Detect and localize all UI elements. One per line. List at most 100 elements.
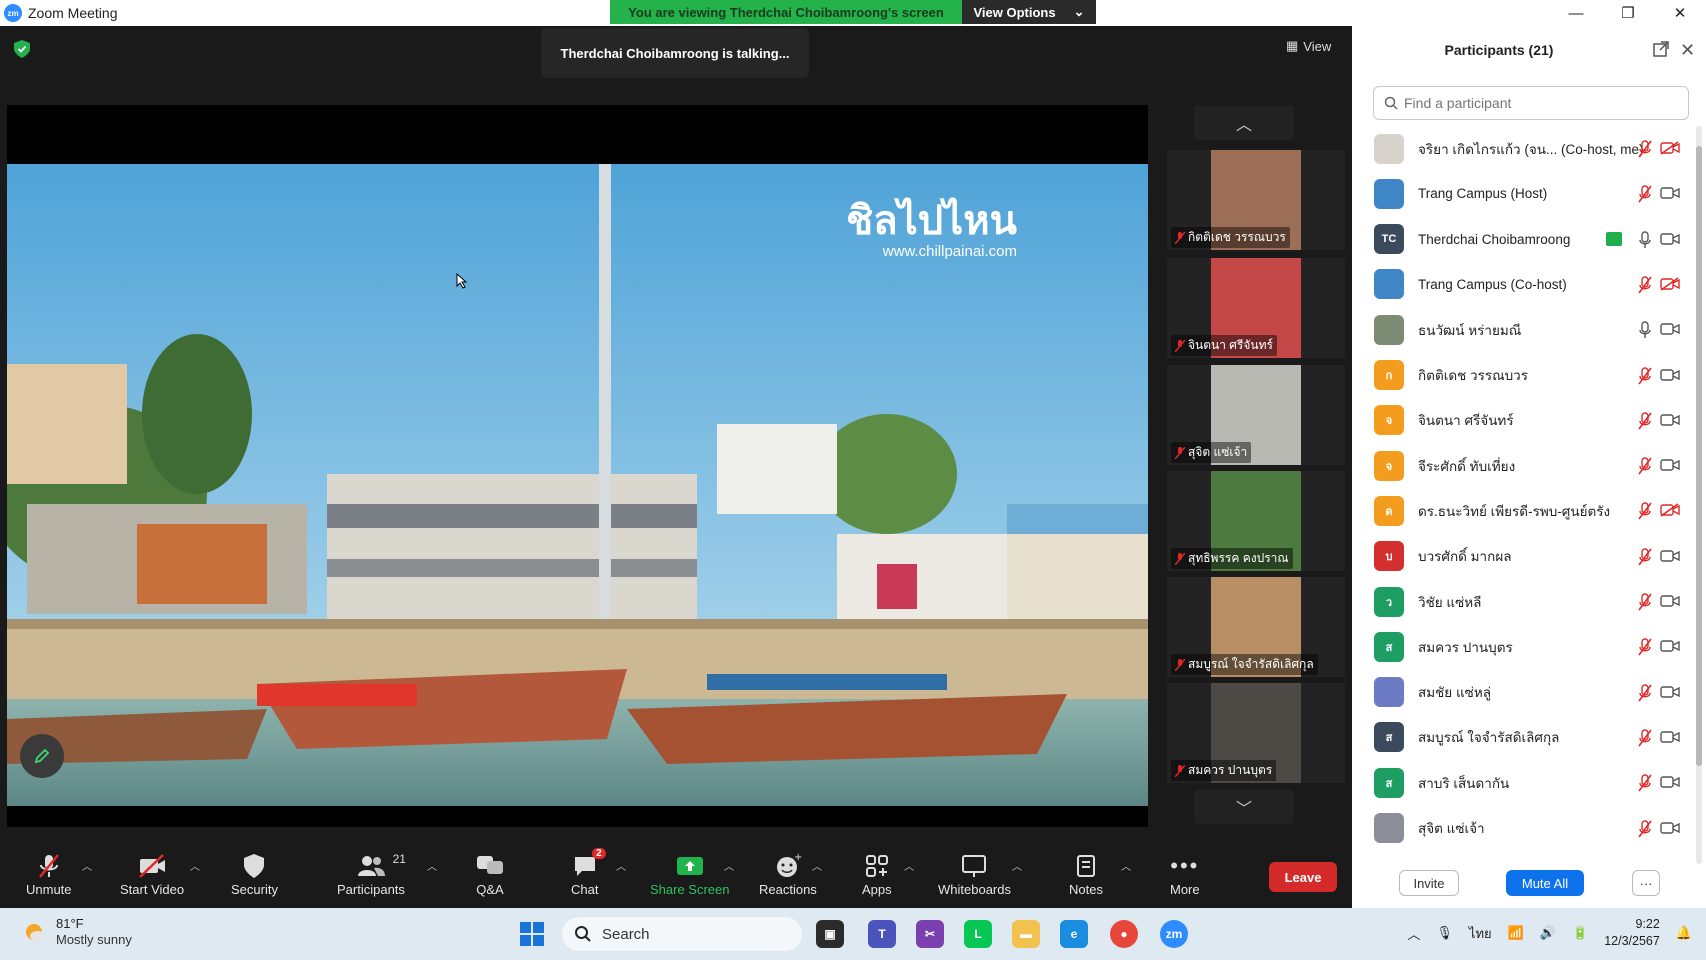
microphone-muted-icon[interactable]	[1638, 638, 1652, 656]
video-icon[interactable]	[1660, 685, 1680, 699]
task-view-icon[interactable]: ▣	[816, 920, 844, 948]
video-icon[interactable]	[1660, 730, 1680, 744]
video-off-icon[interactable]	[1660, 503, 1680, 518]
whiteboards-options-caret[interactable]: ︿	[1012, 858, 1022, 873]
video-off-icon[interactable]	[1660, 141, 1680, 155]
zoom-taskbar-icon[interactable]: zm	[1160, 920, 1188, 948]
video-tile[interactable]: จินตนา ศรีจันทร์	[1167, 258, 1345, 358]
participant-row[interactable]: ส สาบริ เส็นดากัน	[1352, 760, 1696, 805]
taskbar-search[interactable]: Search	[562, 917, 802, 951]
annotate-pencil-button[interactable]	[20, 734, 64, 778]
qa-button[interactable]: Q&A	[475, 850, 505, 897]
video-tile[interactable]: สมบูรณ์ ใจจำรัสดิเลิศกุล	[1167, 577, 1345, 677]
microphone-muted-icon[interactable]	[1638, 593, 1652, 611]
video-icon[interactable]	[1660, 775, 1680, 789]
video-icon[interactable]	[1660, 322, 1680, 336]
microphone-tray-icon[interactable]: 🎙	[1436, 925, 1453, 941]
gallery-scroll-up-button[interactable]: ︿	[1194, 106, 1294, 140]
apps-options-caret[interactable]: ︿	[904, 858, 914, 873]
participant-row[interactable]: ว วิชัย แซ่หลี	[1352, 579, 1696, 624]
edge-browser-icon[interactable]: e	[1060, 920, 1088, 948]
security-button[interactable]: Security	[231, 850, 278, 897]
weather-widget[interactable]: 81°F Mostly sunny	[22, 916, 132, 948]
video-icon[interactable]	[1660, 413, 1680, 427]
video-icon[interactable]	[1660, 639, 1680, 653]
participant-row[interactable]: จริยา เกิดไกรแก้ว (จน... (Co-host, me)	[1352, 126, 1696, 171]
share-options-caret[interactable]: ︿	[724, 858, 734, 873]
start-video-button[interactable]: Start Video	[120, 850, 184, 897]
microphone-muted-icon[interactable]	[1638, 547, 1652, 566]
chevron-up-icon[interactable]: ︿	[1407, 924, 1420, 943]
video-icon[interactable]	[1660, 549, 1680, 563]
chat-options-caret[interactable]: ︿	[616, 858, 626, 873]
microphone-muted-icon[interactable]	[1638, 774, 1652, 792]
teams-icon[interactable]: T	[868, 920, 896, 948]
participant-row[interactable]: จ จีระศักดิ์ ทับเที่ยง	[1352, 443, 1696, 488]
participant-row[interactable]: จ จินตนา ศรีจันทร์	[1352, 398, 1696, 443]
participant-row[interactable]: สมชัย แซ่หลู่	[1352, 670, 1696, 715]
participants-options-caret[interactable]: ︿	[427, 858, 437, 873]
participant-row[interactable]: บ บวรศักดิ์ มากผล	[1352, 534, 1696, 579]
audio-options-caret[interactable]: ︿	[82, 858, 92, 873]
reactions-options-caret[interactable]: ︿	[812, 858, 822, 873]
microphone-muted-icon[interactable]	[1638, 366, 1652, 385]
microphone-muted-icon[interactable]	[1638, 729, 1652, 747]
participant-search-input[interactable]	[1404, 95, 1674, 111]
restore-button[interactable]: ❐	[1602, 0, 1654, 26]
notification-bell-icon[interactable]: 🔔	[1676, 925, 1692, 941]
pop-out-icon[interactable]	[1652, 40, 1670, 58]
participant-row[interactable]: ส สมควร ปานบุตร	[1352, 624, 1696, 669]
chrome-browser-icon[interactable]: ●	[1110, 920, 1138, 948]
close-panel-icon[interactable]: ✕	[1680, 40, 1695, 61]
invite-button[interactable]: Invite	[1399, 870, 1459, 896]
video-off-icon[interactable]	[1660, 277, 1680, 291]
line-app-icon[interactable]: L	[964, 920, 992, 948]
video-icon[interactable]	[1660, 458, 1680, 472]
video-tile[interactable]: สุทธิพรรค คงปราณ	[1167, 471, 1345, 571]
leave-button[interactable]: Leave	[1269, 862, 1337, 892]
more-button[interactable]: ••• More	[1170, 850, 1200, 897]
chat-button[interactable]: 2 Chat	[571, 848, 606, 897]
participants-button[interactable]: 21 Participants	[337, 850, 406, 897]
microphone-muted-icon[interactable]	[1638, 819, 1652, 838]
share-screen-button[interactable]: Share Screen	[650, 850, 730, 897]
participant-row[interactable]: ก กิตติเดช วรรณบวร	[1352, 353, 1696, 398]
participant-row[interactable]: ด ดร.ธนะวิทย์ เพียรดี-รพบ-ศูนย์ตรัง	[1352, 488, 1696, 533]
participant-search[interactable]	[1373, 86, 1689, 120]
participant-row[interactable]: Trang Campus (Host)	[1352, 171, 1696, 216]
video-icon[interactable]	[1660, 368, 1680, 382]
microphone-muted-icon[interactable]	[1638, 185, 1652, 203]
participants-scrollbar[interactable]	[1696, 126, 1702, 864]
panel-more-button[interactable]: ···	[1632, 870, 1660, 896]
video-tile[interactable]: กิตติเดช วรรณบวร	[1167, 150, 1345, 250]
whiteboards-button[interactable]: Whiteboards	[938, 850, 1011, 897]
gallery-scroll-down-button[interactable]: ﹀	[1194, 790, 1294, 824]
participant-row[interactable]: Trang Campus (Co-host)	[1352, 262, 1696, 307]
snipping-tool-icon[interactable]: ✂	[916, 920, 944, 948]
participant-row[interactable]: ธนวัฒน์ หร่ายมณี	[1352, 307, 1696, 352]
microphone-muted-icon[interactable]	[1638, 412, 1652, 430]
video-icon[interactable]	[1660, 821, 1680, 835]
microphone-muted-icon[interactable]	[1638, 502, 1652, 520]
participant-row[interactable]: สุจิต แซ่เจ้า	[1352, 806, 1696, 851]
video-tile[interactable]: สมควร ปานบุตร	[1167, 683, 1345, 783]
file-explorer-icon[interactable]: ▬	[1012, 920, 1040, 948]
apps-button[interactable]: Apps	[862, 850, 892, 897]
language-indicator[interactable]: ไทย	[1469, 923, 1492, 944]
volume-icon[interactable]: 🔊	[1540, 925, 1556, 941]
microphone-icon[interactable]	[1638, 230, 1652, 249]
microphone-muted-icon[interactable]	[1638, 457, 1652, 475]
microphone-muted-icon[interactable]	[1638, 140, 1652, 158]
video-options-caret[interactable]: ︿	[190, 858, 200, 873]
video-icon[interactable]	[1660, 594, 1680, 608]
start-button[interactable]	[518, 920, 546, 948]
microphone-muted-icon[interactable]	[1638, 276, 1652, 294]
view-button[interactable]: ▦ View	[1286, 38, 1331, 54]
encryption-shield-icon[interactable]	[14, 40, 30, 58]
video-icon[interactable]	[1660, 232, 1680, 246]
microphone-icon[interactable]	[1638, 321, 1652, 339]
participant-row[interactable]: TC Therdchai Choibamroong	[1352, 217, 1696, 262]
notes-button[interactable]: Notes	[1069, 850, 1103, 897]
participant-row[interactable]: ส สมบูรณ์ ใจจำรัสดิเลิศกุล	[1352, 715, 1696, 760]
close-window-button[interactable]: ✕	[1654, 0, 1706, 26]
